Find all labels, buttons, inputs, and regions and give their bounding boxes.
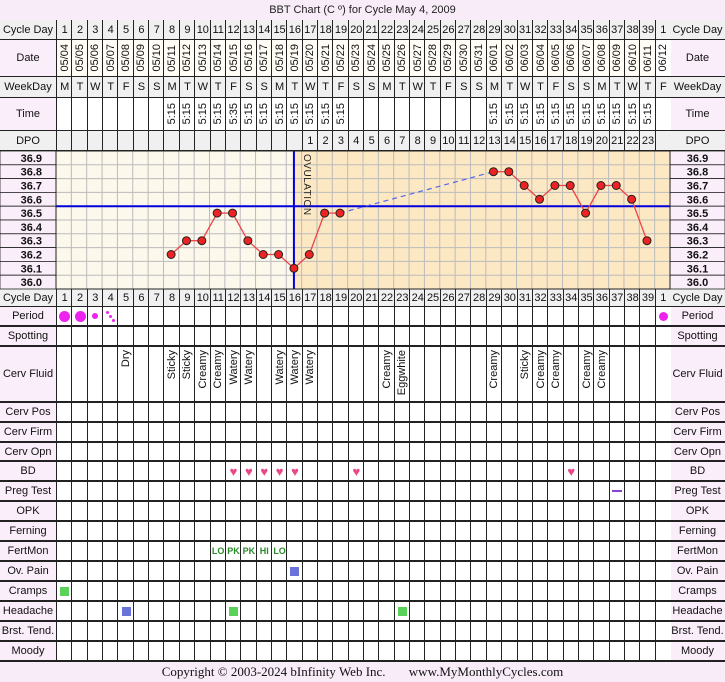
temp-point xyxy=(289,263,299,273)
temp-point xyxy=(166,250,176,259)
y-tick-label: 36.9 xyxy=(21,153,42,165)
temp-point xyxy=(642,236,652,246)
temp-point xyxy=(581,208,591,218)
ovulation-label: OVULATION xyxy=(301,154,312,216)
temp-point xyxy=(535,194,545,204)
y-tick-label: 36.1 xyxy=(21,263,42,275)
site-link[interactable]: www.MyMonthlyCycles.com xyxy=(409,664,563,679)
temp-point xyxy=(519,181,529,190)
temp-point xyxy=(197,236,207,246)
temp-point xyxy=(212,208,222,218)
y-tick-label: 36.0 xyxy=(21,277,42,289)
temp-point xyxy=(488,167,498,177)
y-tick-label: 36.1 xyxy=(687,263,708,275)
y-tick-label: 36.2 xyxy=(21,250,42,262)
temp-point xyxy=(596,181,606,190)
y-tick-label: 36.7 xyxy=(687,181,708,193)
y-tick-label: 36.3 xyxy=(687,236,708,248)
temp-point xyxy=(243,236,253,246)
temp-point xyxy=(565,181,575,190)
y-tick-label: 36.8 xyxy=(21,167,42,179)
y-tick-label: 36.9 xyxy=(687,153,708,165)
temp-point xyxy=(228,208,238,218)
y-tick-label: 36.6 xyxy=(687,194,708,206)
temperature-chart: 36.9 36.936.8 36.836.7 36.736.6 36.636.5 36.5… xyxy=(0,150,725,290)
y-tick-label: 36.0 xyxy=(687,277,708,289)
y-tick-label: 36.6 xyxy=(21,194,42,206)
temp-point xyxy=(274,250,284,259)
y-tick-label: 36.4 xyxy=(21,222,43,234)
temp-point xyxy=(611,181,621,190)
y-tick-label: 36.7 xyxy=(21,181,42,193)
y-tick-label: 36.5 xyxy=(687,208,708,220)
y-tick-label: 36.5 xyxy=(21,208,42,220)
y-tick-label: 36.2 xyxy=(687,250,708,262)
y-tick-label: 36.8 xyxy=(687,167,708,179)
temp-point xyxy=(335,208,345,218)
temp-point xyxy=(304,250,314,259)
footer: Copyright © 2003-2024 bInfinity Web Inc.… xyxy=(0,662,725,682)
temp-point xyxy=(181,236,191,246)
y-tick-label: 36.4 xyxy=(687,222,709,234)
temp-point xyxy=(258,250,268,259)
y-tick-label: 36.3 xyxy=(21,236,42,248)
temp-point xyxy=(320,208,330,218)
temp-point xyxy=(550,181,560,190)
temp-point xyxy=(627,194,637,204)
copyright-text: Copyright © 2003-2024 bInfinity Web Inc. xyxy=(161,664,386,679)
temp-point xyxy=(504,167,514,177)
